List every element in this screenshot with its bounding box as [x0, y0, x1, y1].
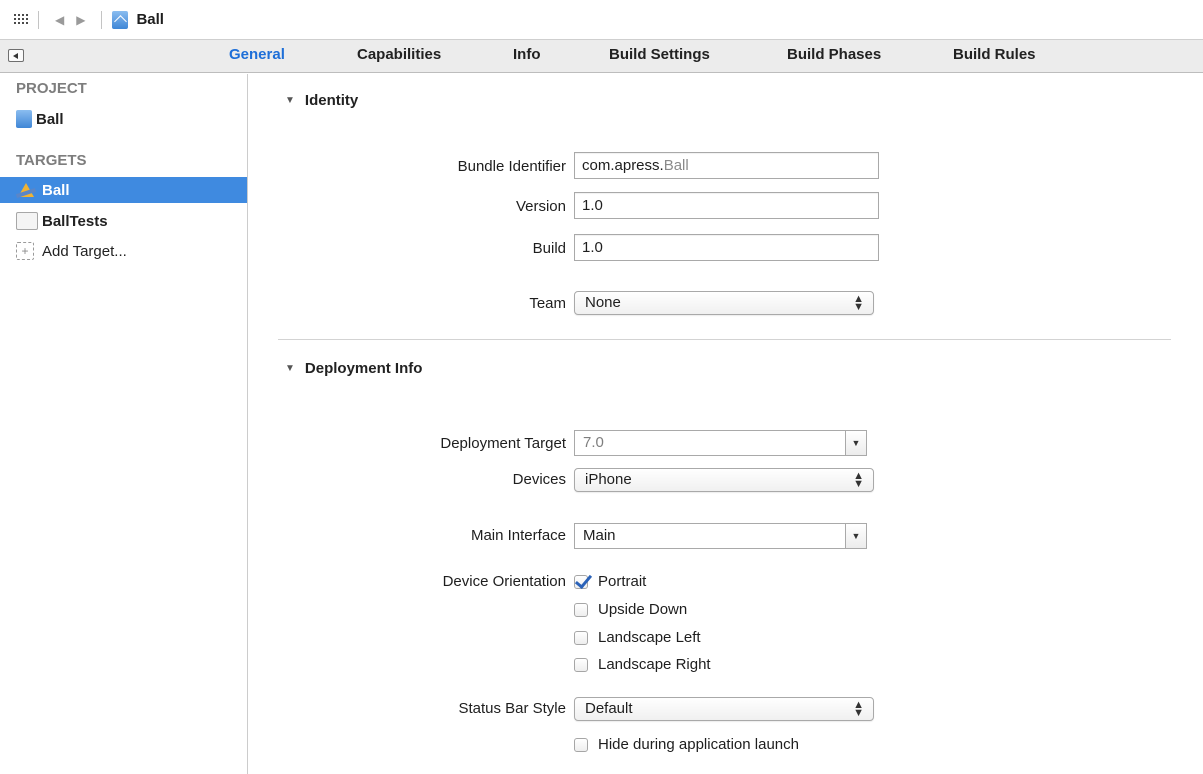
- device-orientation-label: Device Orientation: [442, 573, 566, 590]
- back-arrow-icon[interactable]: ◀: [55, 13, 64, 27]
- test-target-icon: [16, 212, 38, 230]
- disclosure-triangle-icon[interactable]: ▼: [285, 363, 295, 374]
- targets-heading: TARGETS: [16, 152, 87, 169]
- status-bar-style-popup[interactable]: Default ▲ ▼: [574, 697, 874, 721]
- updown-arrows-icon: ▲ ▼: [853, 293, 864, 313]
- section-title: Deployment Info: [304, 360, 423, 377]
- bundle-prefix: com.apress.: [582, 157, 664, 174]
- tab-general[interactable]: General: [229, 46, 285, 63]
- sidebar-item-label: BallTests: [42, 212, 108, 230]
- team-label: Team: [529, 295, 566, 312]
- bundle-identifier-label: Bundle Identifier: [457, 158, 566, 175]
- orientation-portrait-checkbox[interactable]: Portrait: [574, 573, 646, 590]
- bundle-identifier-field[interactable]: com.apress.Ball: [574, 152, 879, 179]
- status-bar-style-label: Status Bar Style: [458, 700, 566, 717]
- jump-bar-title[interactable]: Ball: [136, 11, 164, 28]
- add-target-label: Add Target...: [42, 242, 127, 260]
- jump-bar: ◀ ▶ Ball: [0, 0, 1203, 40]
- project-heading: PROJECT: [16, 80, 87, 97]
- updown-arrows-icon: ▲ ▼: [853, 470, 864, 490]
- forward-arrow-icon[interactable]: ▶: [76, 13, 85, 27]
- status-bar-style-value: Default: [585, 700, 633, 717]
- updown-arrows-icon: ▲ ▼: [853, 699, 864, 719]
- checkbox-icon[interactable]: [574, 657, 588, 672]
- checkbox-label: Upside Down: [598, 601, 688, 618]
- project-file-icon: [112, 10, 129, 29]
- app-target-icon: [16, 181, 38, 199]
- tab-capabilities[interactable]: Capabilities: [357, 46, 441, 63]
- main-interface-combo[interactable]: Main ▼: [574, 523, 867, 549]
- section-divider: [278, 339, 1171, 340]
- hide-status-bar-checkbox[interactable]: Hide during application launch: [574, 736, 799, 753]
- build-label: Build: [532, 240, 566, 257]
- tab-info[interactable]: Info: [513, 46, 541, 63]
- team-popup[interactable]: None ▲ ▼: [574, 291, 874, 315]
- bundle-suffix: Ball: [663, 157, 689, 174]
- devices-popup[interactable]: iPhone ▲ ▼: [574, 468, 874, 492]
- dropdown-arrow-icon[interactable]: ▼: [845, 430, 867, 456]
- team-value: None: [585, 294, 621, 311]
- sidebar-item-project-ball[interactable]: Ball: [0, 106, 247, 132]
- toggle-sidebar-icon[interactable]: [8, 49, 24, 62]
- dropdown-arrow-icon[interactable]: ▼: [845, 523, 867, 549]
- identity-section-header[interactable]: ▼ Identity: [285, 92, 358, 109]
- general-settings-panel: ▼ Identity Bundle Identifier com.apress.…: [249, 74, 1203, 774]
- checkbox-label: Landscape Left: [598, 629, 701, 646]
- orientation-landscape-right-checkbox[interactable]: Landscape Right: [574, 656, 711, 673]
- main-interface-label: Main Interface: [470, 527, 566, 544]
- deployment-target-value: 7.0: [583, 434, 604, 451]
- disclosure-triangle-icon[interactable]: ▼: [285, 95, 295, 106]
- deployment-target-combo[interactable]: 7.0 ▼: [574, 430, 867, 456]
- related-items-icon[interactable]: [14, 13, 28, 26]
- checkbox-icon[interactable]: [574, 737, 588, 752]
- project-target-sidebar: PROJECT Ball TARGETS Ball BallTests + Ad…: [0, 74, 248, 774]
- editor-tab-bar: General Capabilities Info Build Settings…: [0, 40, 1203, 73]
- checkbox-label: Portrait: [598, 573, 647, 590]
- deployment-info-section-header[interactable]: ▼ Deployment Info: [285, 360, 422, 377]
- version-label: Version: [515, 198, 566, 215]
- add-target-button[interactable]: + Add Target...: [0, 238, 247, 264]
- checkmark-icon[interactable]: [574, 574, 588, 589]
- sidebar-item-label: Ball: [42, 181, 70, 199]
- checkbox-icon[interactable]: [574, 602, 588, 617]
- project-icon: [16, 110, 32, 128]
- checkbox-icon[interactable]: [574, 630, 588, 645]
- sidebar-item-target-balltests[interactable]: BallTests: [0, 208, 247, 234]
- deployment-target-label: Deployment Target: [440, 435, 566, 452]
- tab-build-rules[interactable]: Build Rules: [953, 46, 1036, 63]
- orientation-landscape-left-checkbox[interactable]: Landscape Left: [574, 629, 701, 646]
- checkbox-label: Hide during application launch: [598, 736, 799, 753]
- main-interface-value: Main: [583, 527, 616, 544]
- jump-bar-separator: [101, 10, 103, 29]
- build-field[interactable]: 1.0: [574, 234, 879, 261]
- devices-value: iPhone: [585, 471, 632, 488]
- checkbox-label: Landscape Right: [598, 656, 711, 673]
- section-title: Identity: [304, 92, 359, 109]
- devices-label: Devices: [512, 471, 566, 488]
- jump-bar-separator: [38, 10, 39, 29]
- tab-build-settings[interactable]: Build Settings: [609, 46, 710, 63]
- orientation-upside-down-checkbox[interactable]: Upside Down: [574, 601, 687, 618]
- tab-build-phases[interactable]: Build Phases: [787, 46, 881, 63]
- add-icon: +: [16, 242, 34, 260]
- sidebar-item-target-ball[interactable]: Ball: [0, 177, 247, 203]
- sidebar-item-label: Ball: [36, 110, 64, 128]
- version-field[interactable]: 1.0: [574, 192, 879, 219]
